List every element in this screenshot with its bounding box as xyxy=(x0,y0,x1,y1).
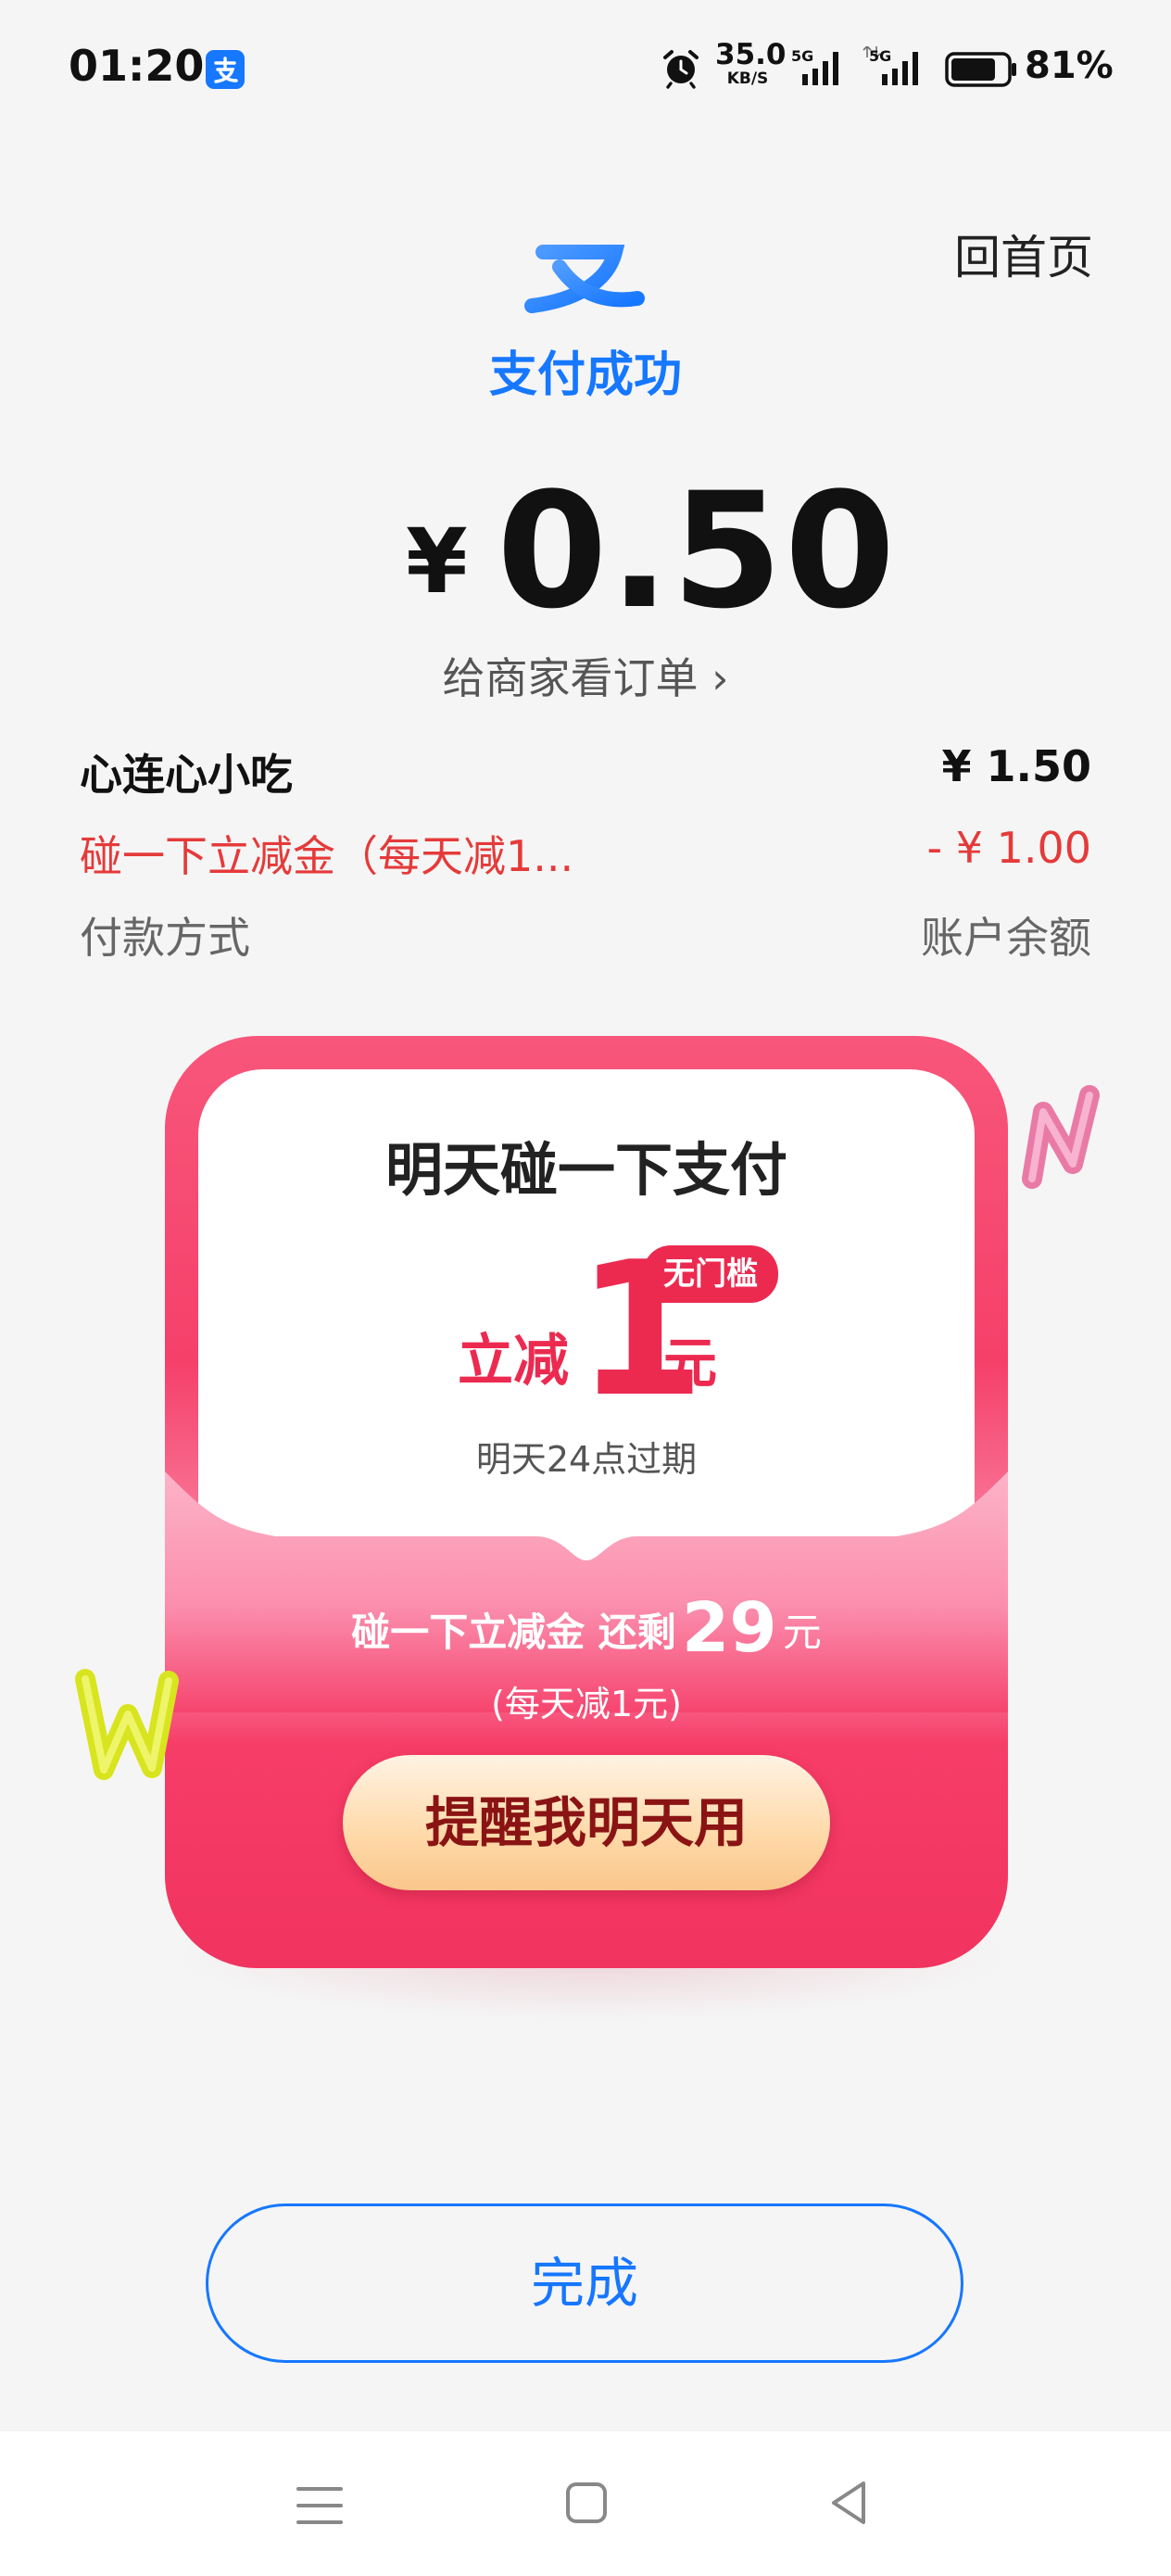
menu-icon[interactable] xyxy=(295,2483,345,2528)
currency-symbol: ¥ xyxy=(406,510,468,613)
system-nav-bar xyxy=(0,2431,1171,2576)
promo-title: 明天碰一下支付 xyxy=(384,1136,787,1204)
payment-status-title: 支付成功 xyxy=(488,347,682,403)
amount-value: 0.50 xyxy=(497,458,898,644)
payment-method-value: 账户余额 xyxy=(921,913,1091,963)
remind-me-tomorrow-button[interactable]: 提醒我明天用 xyxy=(343,1755,830,1890)
discount-amount: - ¥ 1.00 xyxy=(926,823,1091,873)
merchant-amount: ¥ 1.50 xyxy=(941,741,1091,791)
sim2-label: 5G xyxy=(869,47,891,65)
promo-note: (每天减1元) xyxy=(491,1684,682,1724)
merchant-row: 心连心小吃 ¥ 1.50 xyxy=(80,741,1091,806)
chevron-right-icon: › xyxy=(711,653,729,703)
show-order-label: 给商家看订单 xyxy=(442,653,699,703)
battery-percent: 81% xyxy=(1025,44,1114,87)
net-speed-value: 35.0 xyxy=(715,38,787,71)
paid-amount: ¥ 0.50 xyxy=(0,463,1171,638)
home-square-icon[interactable] xyxy=(563,2480,610,2526)
back-to-home-link[interactable]: 回首页 xyxy=(954,221,1093,287)
decorative-n-squiggle-icon xyxy=(1022,1085,1100,1189)
promo-reduce-label: 立减 xyxy=(458,1329,569,1394)
promo-expire-text: 明天24点过期 xyxy=(475,1439,698,1480)
no-threshold-badge: 无门槛 xyxy=(643,1245,778,1303)
done-button[interactable]: 完成 xyxy=(206,2203,963,2363)
payment-success-screen: 01:20 35.0 KB/S 5G 5G 81% 支付成功 回首页 ¥ 0.5… xyxy=(0,0,1171,2576)
signal-icon-sim2: 5G xyxy=(863,46,918,85)
discount-name: 碰一下立减金（每天减1... xyxy=(80,831,574,881)
payment-method-label: 付款方式 xyxy=(80,913,250,963)
promo-remaining: 碰一下立减金 还剩29 元 xyxy=(165,1588,1008,1668)
promo-remaining-amount: 29 xyxy=(681,1588,777,1668)
promo-unit: 元 xyxy=(663,1332,718,1395)
net-speed: 35.0 KB/S xyxy=(715,38,787,88)
promo-remaining-prefix: 碰一下立减金 还剩 xyxy=(351,1610,676,1655)
alipay-logo-icon xyxy=(524,191,645,313)
payment-method-row: 付款方式 账户余额 xyxy=(80,904,1091,969)
alarm-icon xyxy=(663,50,699,89)
back-triangle-icon[interactable] xyxy=(826,2478,871,2528)
alipay-icon xyxy=(206,50,245,89)
merchant-name: 心连心小吃 xyxy=(80,750,293,800)
promo-card: 明天碰一下支付 立减 1 元 无门槛 明天24点过期 碰一下立减金 还剩29 元 … xyxy=(165,1036,1008,1968)
sim1-label: 5G xyxy=(791,47,813,65)
battery-icon xyxy=(945,52,1016,87)
net-speed-unit: KB/S xyxy=(726,69,769,88)
discount-row: 碰一下立减金（每天减1... - ¥ 1.00 xyxy=(80,823,1091,888)
status-bar: 01:20 35.0 KB/S 5G 5G 81% xyxy=(0,0,1171,139)
signal-icon-sim1: 5G xyxy=(791,47,838,85)
status-time: 01:20 xyxy=(69,41,205,91)
decorative-w-squiggle-icon xyxy=(75,1669,179,1780)
promo-remaining-unit: 元 xyxy=(782,1610,822,1655)
show-order-to-merchant-link[interactable]: 给商家看订单 › xyxy=(0,645,1171,706)
